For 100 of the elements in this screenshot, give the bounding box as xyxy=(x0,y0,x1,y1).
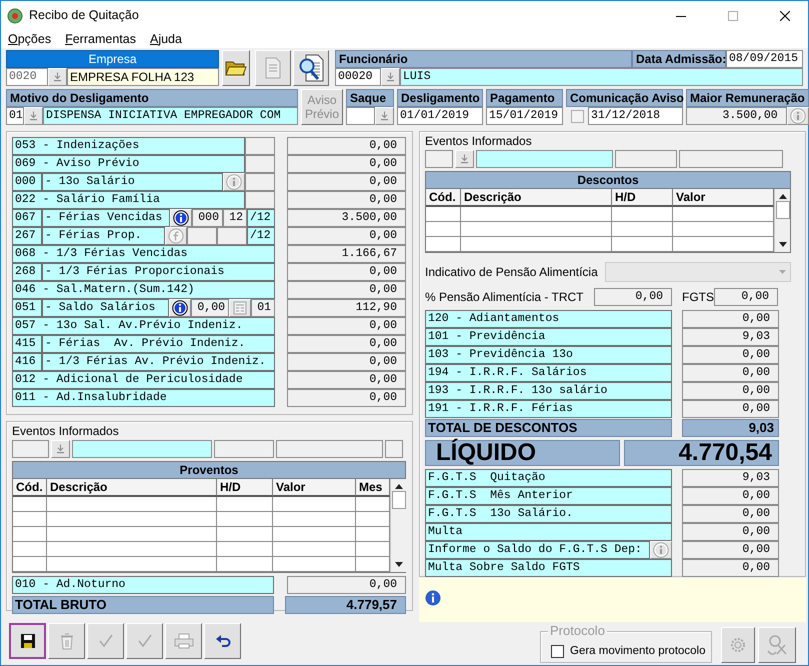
amount-field: 1.166,67 xyxy=(287,245,406,263)
search-button[interactable] xyxy=(293,50,329,86)
grid-cell[interactable] xyxy=(217,542,273,557)
dropdown-button[interactable] xyxy=(455,150,474,168)
empty-field[interactable] xyxy=(214,440,274,458)
fgts-field[interactable]: 0,00 xyxy=(714,288,778,306)
column-header[interactable]: H/D xyxy=(612,189,673,207)
search-document-icon xyxy=(297,53,325,83)
column-header[interactable]: Mes xyxy=(356,479,390,497)
empty-field[interactable] xyxy=(12,440,49,458)
grid-cell[interactable] xyxy=(426,207,461,222)
empty-field[interactable] xyxy=(385,440,403,458)
grid-cell[interactable] xyxy=(217,557,273,572)
empty-field[interactable] xyxy=(425,150,453,168)
scroll-thumb[interactable] xyxy=(392,491,406,509)
amount-field: 0,00 xyxy=(287,137,406,155)
amount-field: 0,00 xyxy=(287,389,406,407)
date-field[interactable]: 01/01/2019 xyxy=(397,107,483,125)
column-header[interactable]: Cód. xyxy=(13,479,47,497)
column-header[interactable]: Descrição xyxy=(47,479,217,497)
menu-item[interactable]: Ajuda xyxy=(150,31,182,47)
grid-cell[interactable] xyxy=(461,237,612,252)
grid-cell[interactable] xyxy=(217,497,273,512)
amount-field: 112,90 xyxy=(287,299,406,317)
grid-cell[interactable] xyxy=(273,542,356,557)
scrollbar[interactable] xyxy=(774,189,790,252)
scroll-down-icon xyxy=(394,562,402,567)
dropdown-button[interactable] xyxy=(24,107,43,125)
amount-field: 0,00 xyxy=(682,364,779,382)
dropdown-button[interactable] xyxy=(381,68,400,86)
name-field[interactable]: EMPRESA FOLHA 123 xyxy=(67,68,219,86)
grid-cell[interactable] xyxy=(47,527,217,542)
grid-cell[interactable] xyxy=(273,512,356,527)
grid-cell[interactable] xyxy=(217,512,273,527)
empty-field[interactable] xyxy=(72,440,212,458)
date-field[interactable]: 31/12/2018 xyxy=(588,107,683,125)
empty-field[interactable] xyxy=(476,150,613,168)
grid-cell[interactable] xyxy=(13,512,47,527)
grid-cell[interactable] xyxy=(461,207,612,222)
scroll-thumb[interactable] xyxy=(776,201,790,219)
grid-cell[interactable] xyxy=(273,527,356,542)
scroll-up-icon xyxy=(394,484,402,489)
empty-field[interactable] xyxy=(276,440,383,458)
column-header[interactable]: Valor xyxy=(273,479,356,497)
dropdown-button[interactable] xyxy=(51,440,70,458)
checkbox[interactable] xyxy=(551,645,564,658)
column-header[interactable]: Descrição xyxy=(461,189,612,207)
grid-cell[interactable] xyxy=(217,527,273,542)
grid-cell[interactable] xyxy=(47,512,217,527)
grid-cell[interactable] xyxy=(47,542,217,557)
grid-cell[interactable] xyxy=(13,542,47,557)
grid-cell[interactable] xyxy=(426,237,461,252)
grid-cell[interactable] xyxy=(612,207,673,222)
code-field[interactable]: 0020 xyxy=(6,68,48,86)
empty-field[interactable] xyxy=(615,150,677,168)
amount-field[interactable]: 3.500,00 xyxy=(686,107,787,125)
grid-cell[interactable] xyxy=(13,557,47,572)
field-label: Indicativo de Pensão Alimentícia xyxy=(425,265,598,279)
dropdown-button[interactable] xyxy=(375,107,394,125)
column-header[interactable]: H/D xyxy=(217,479,273,497)
grid-cell[interactable] xyxy=(426,222,461,237)
percent-field[interactable]: 0,00 xyxy=(594,288,672,306)
item-label: - 1/3 Férias Av. Prévio Indeniz. xyxy=(42,353,275,371)
date-field[interactable]: 08/09/2015 xyxy=(726,50,803,68)
open-button[interactable] xyxy=(222,50,250,86)
grid-cell[interactable] xyxy=(47,557,217,572)
grid-cell[interactable] xyxy=(612,222,673,237)
item-label: 053 - Indenizações xyxy=(12,137,245,155)
dropdown-button[interactable] xyxy=(48,68,67,86)
grid-cell[interactable] xyxy=(13,527,47,542)
grid-cell[interactable] xyxy=(612,237,673,252)
code-field[interactable]: 00020 xyxy=(335,68,381,86)
reason-field[interactable]: DISPENSA INICIATIVA EMPREGADOR COM xyxy=(43,107,298,125)
section-header: Motivo do Desligamento xyxy=(6,89,298,107)
function-icon xyxy=(168,228,184,244)
grid-cell[interactable] xyxy=(13,497,47,512)
name-field[interactable]: LUIS xyxy=(400,68,803,86)
checkbox-label[interactable]: Gera movimento protocolo xyxy=(570,643,706,660)
grid-cell[interactable] xyxy=(47,497,217,512)
undo-button[interactable] xyxy=(204,623,241,659)
column-header[interactable]: Cód. xyxy=(426,189,461,207)
net-label: LÍQUIDO xyxy=(425,440,620,466)
scrollbar[interactable] xyxy=(390,479,406,572)
amount-field: 0,00 xyxy=(682,541,779,559)
info-button[interactable] xyxy=(170,209,192,227)
code-field[interactable]: 01 xyxy=(6,107,24,125)
date-field[interactable]: 15/01/2019 xyxy=(486,107,563,125)
grid-cell[interactable] xyxy=(273,497,356,512)
grid-cell[interactable] xyxy=(461,222,612,237)
menu-item[interactable]: Ferramentas xyxy=(65,31,136,47)
amount-field: 0,00 xyxy=(682,400,779,418)
column-header[interactable]: Valor xyxy=(673,189,774,207)
empty-field[interactable] xyxy=(679,150,783,168)
save-button[interactable] xyxy=(9,623,46,659)
item-label: 010 - Ad.Noturno xyxy=(12,576,274,594)
menu-item[interactable]: Opções xyxy=(8,31,52,47)
checkbox[interactable] xyxy=(570,110,584,122)
grid-cell[interactable] xyxy=(273,557,356,572)
info-button[interactable] xyxy=(169,299,191,317)
total-value: 9,03 xyxy=(682,419,779,437)
